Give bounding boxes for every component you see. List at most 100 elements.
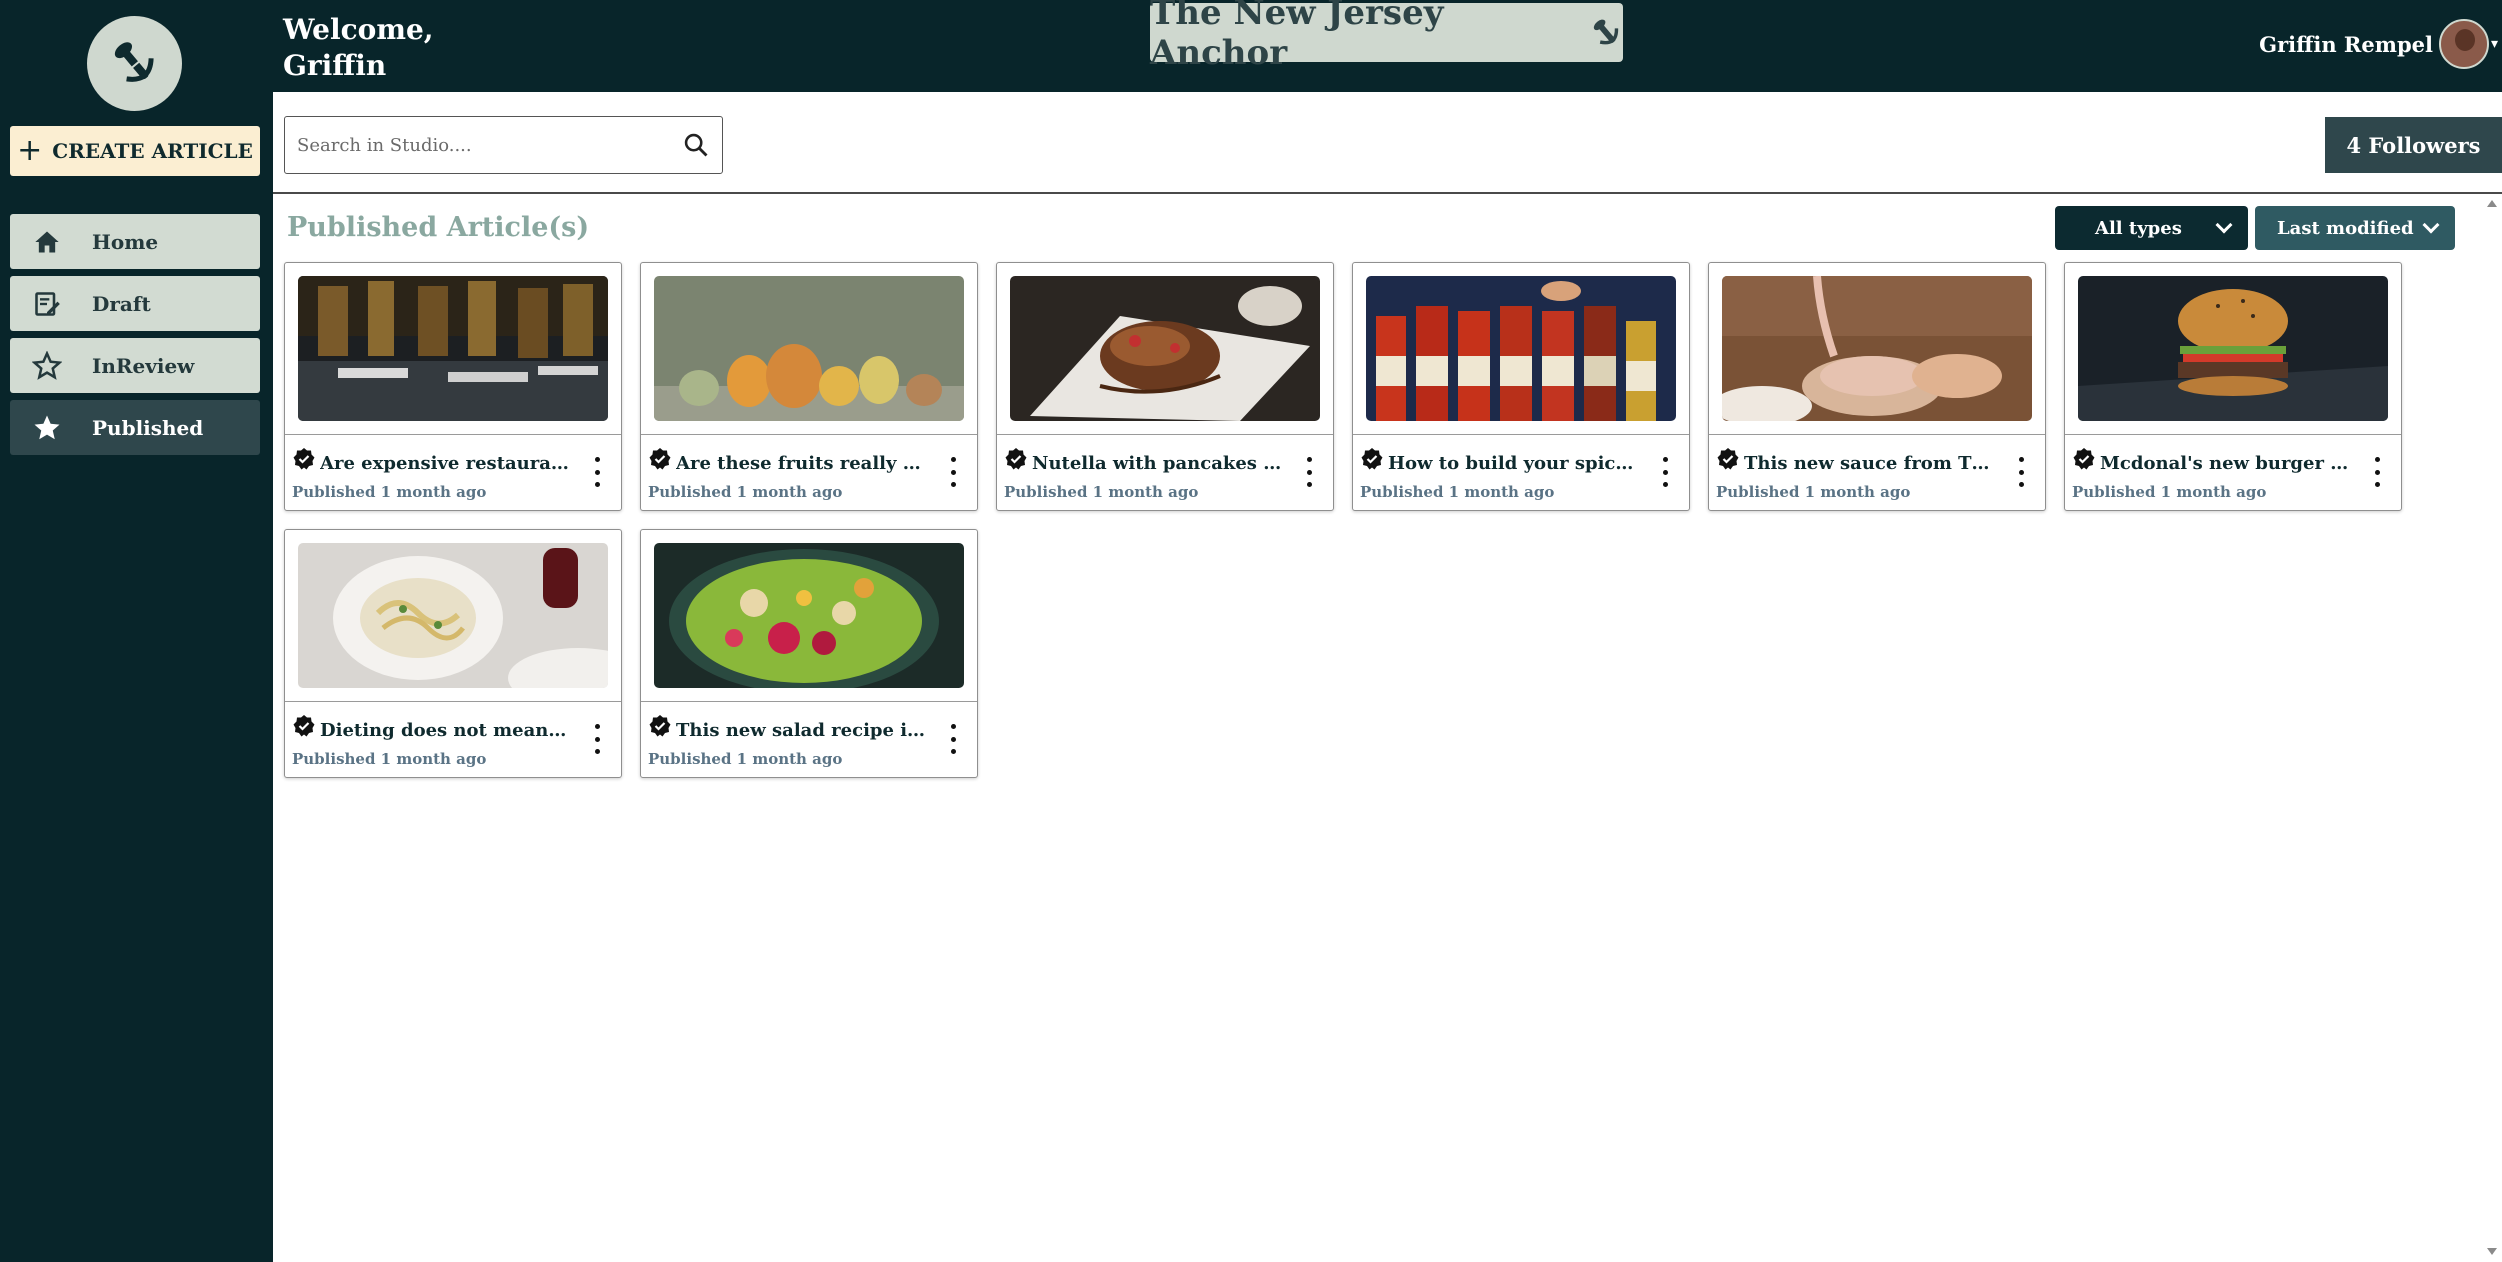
create-article-button[interactable]: + CREATE ARTICLE	[10, 126, 260, 176]
article-card[interactable]: Are expensive restaurants worth it? Publ…	[284, 262, 622, 511]
article-card[interactable]: Dieting does not mean you have to starve…	[284, 529, 622, 778]
more-options-icon[interactable]	[593, 724, 601, 754]
article-card[interactable]: Mcdonal's new burger recipe Published 1 …	[2064, 262, 2402, 511]
verified-badge-icon	[649, 448, 671, 470]
sidebar: + CREATE ARTICLE Home Draft InReview Pub…	[0, 0, 273, 1262]
top-header: Welcome, Griffin The New Jersey Anchor G…	[273, 0, 2502, 92]
article-thumbnail[interactable]	[1010, 276, 1320, 421]
type-filter-dropdown[interactable]: All types	[2055, 206, 2248, 250]
sidebar-item-label: Draft	[92, 291, 151, 316]
scrollbar[interactable]	[2483, 194, 2502, 1262]
sidebar-item-label: InReview	[92, 353, 195, 378]
article-status: Published 1 month ago	[1716, 483, 1911, 501]
article-card[interactable]: This new salad recipe is blowing up Publ…	[640, 529, 978, 778]
star-filled-icon	[30, 411, 64, 445]
sidebar-item-draft[interactable]: Draft	[10, 276, 260, 331]
more-options-icon[interactable]	[1305, 457, 1313, 487]
article-card[interactable]: This new sauce from Tik Tok Published 1 …	[1708, 262, 2046, 511]
scroll-down-arrow-icon[interactable]	[2487, 1248, 2497, 1255]
draft-edit-icon	[30, 287, 64, 321]
verified-badge-icon	[1717, 448, 1739, 470]
card-divider	[285, 701, 621, 702]
sidebar-nav: Home Draft InReview Published	[10, 214, 260, 462]
more-options-icon[interactable]	[949, 724, 957, 754]
anchor-icon	[1593, 19, 1619, 44]
article-card[interactable]: Are these fruits really healthy? Publish…	[640, 262, 978, 511]
caret-down-icon[interactable]: ▾	[2491, 36, 2498, 52]
logo[interactable]	[87, 16, 182, 111]
more-options-icon[interactable]	[1661, 457, 1669, 487]
article-status: Published 1 month ago	[1360, 483, 1555, 501]
divider	[273, 192, 2502, 194]
brand-banner[interactable]: The New Jersey Anchor	[1150, 0, 1623, 73]
article-title[interactable]: This new salad recipe is blowing up	[676, 720, 926, 741]
article-thumbnail[interactable]	[1366, 276, 1676, 421]
article-status: Published 1 month ago	[648, 750, 843, 768]
article-thumbnail[interactable]	[298, 276, 608, 421]
sidebar-item-home[interactable]: Home	[10, 214, 260, 269]
home-icon	[30, 225, 64, 259]
verified-badge-icon	[649, 715, 671, 737]
card-divider	[1353, 434, 1689, 435]
anchor-logo-icon	[114, 41, 154, 82]
article-title[interactable]: Dieting does not mean you have to starve	[320, 720, 570, 741]
article-title[interactable]: Mcdonal's new burger recipe	[2100, 453, 2350, 474]
article-thumbnail[interactable]	[298, 543, 608, 688]
article-status: Published 1 month ago	[292, 750, 487, 768]
star-outline-icon	[30, 349, 64, 383]
article-title[interactable]: This new sauce from Tik Tok	[1744, 453, 1994, 474]
article-card[interactable]: How to build your spicy food tolerance P…	[1352, 262, 1690, 511]
article-title[interactable]: Are these fruits really healthy?	[676, 453, 926, 474]
article-thumbnail[interactable]	[654, 276, 964, 421]
card-divider	[641, 701, 977, 702]
verified-badge-icon	[1005, 448, 1027, 470]
search-input[interactable]	[297, 134, 682, 156]
sort-dropdown[interactable]: Last modified	[2255, 206, 2455, 250]
create-article-label: CREATE ARTICLE	[52, 139, 253, 163]
article-thumbnail[interactable]	[1722, 276, 2032, 421]
search-icon[interactable]	[682, 131, 710, 159]
verified-badge-icon	[293, 715, 315, 737]
card-divider	[641, 434, 977, 435]
user-menu[interactable]: Griffin Rempel ▾	[2259, 16, 2502, 72]
chevron-down-icon	[2215, 216, 2233, 234]
welcome-user: Griffin	[283, 49, 387, 82]
followers-button[interactable]: 4 Followers	[2325, 117, 2502, 173]
verified-badge-icon	[2073, 448, 2095, 470]
plus-icon: +	[17, 133, 43, 168]
welcome-text: Welcome, Griffin	[283, 12, 434, 84]
sidebar-item-published[interactable]: Published	[10, 400, 260, 455]
scroll-up-arrow-icon[interactable]	[2487, 200, 2497, 207]
chevron-down-icon	[2422, 216, 2440, 234]
search-box	[284, 116, 723, 174]
sidebar-item-label: Home	[92, 229, 159, 254]
avatar[interactable]	[2438, 19, 2489, 69]
article-thumbnail[interactable]	[2078, 276, 2388, 421]
more-options-icon[interactable]	[593, 457, 601, 487]
article-status: Published 1 month ago	[1004, 483, 1199, 501]
article-status: Published 1 month ago	[648, 483, 843, 501]
verified-badge-icon	[293, 448, 315, 470]
sidebar-item-label: Published	[92, 415, 204, 440]
article-card[interactable]: Nutella with pancakes is the best Publis…	[996, 262, 1334, 511]
article-grid: Are expensive restaurants worth it? Publ…	[284, 262, 2424, 778]
article-title[interactable]: How to build your spicy food tolerance	[1388, 453, 1638, 474]
more-options-icon[interactable]	[2373, 457, 2381, 487]
brand-title: The New Jersey Anchor	[1150, 0, 1444, 73]
card-divider	[285, 434, 621, 435]
sidebar-item-inreview[interactable]: InReview	[10, 338, 260, 393]
article-status: Published 1 month ago	[292, 483, 487, 501]
more-options-icon[interactable]	[2017, 457, 2025, 487]
card-divider	[1709, 434, 2045, 435]
user-name: Griffin Rempel	[2259, 31, 2433, 57]
article-title[interactable]: Are expensive restaurants worth it?	[320, 453, 570, 474]
more-options-icon[interactable]	[949, 457, 957, 487]
type-filter-label: All types	[2095, 217, 2182, 239]
article-title[interactable]: Nutella with pancakes is the best	[1032, 453, 1282, 474]
verified-badge-icon	[1361, 448, 1383, 470]
card-divider	[997, 434, 1333, 435]
welcome-line: Welcome,	[283, 13, 434, 46]
card-divider	[2065, 434, 2401, 435]
article-thumbnail[interactable]	[654, 543, 964, 688]
page-title: Published Article(s)	[287, 212, 590, 243]
